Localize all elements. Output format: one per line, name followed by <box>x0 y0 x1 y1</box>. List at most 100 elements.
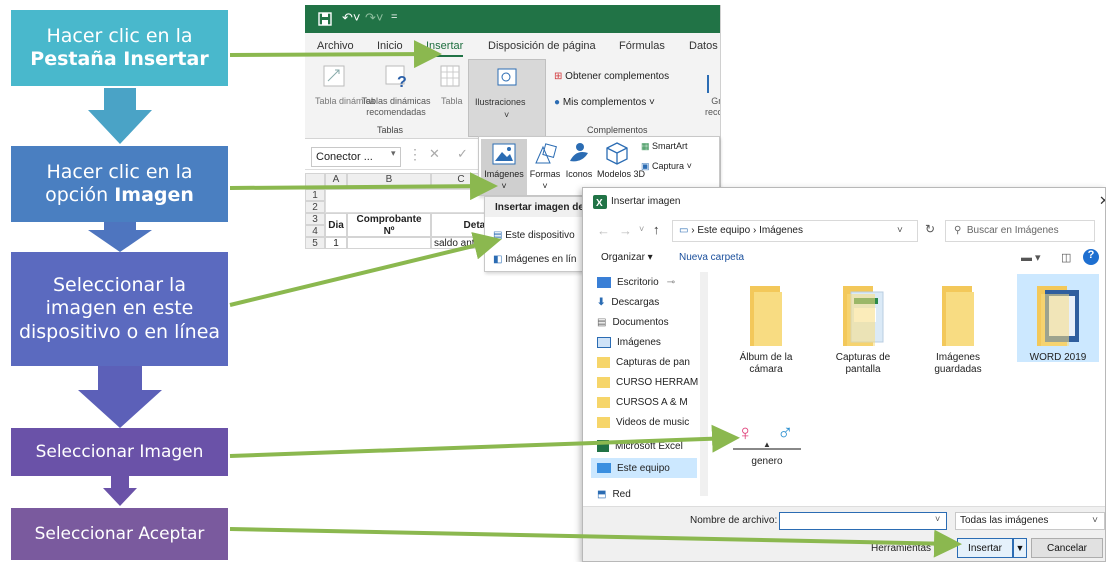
organize-label: Organizar <box>601 252 645 263</box>
file-item[interactable]: WORD 2019 <box>1017 274 1099 363</box>
get-addins-button[interactable]: ⊞ Obtener complementos <box>554 71 669 82</box>
back-icon[interactable]: ← <box>597 223 610 238</box>
row-header-3[interactable]: 3 <box>305 213 325 225</box>
illustrations-button[interactable]: Ilustraciones ˅ <box>468 59 546 137</box>
file-item[interactable]: ♀ ♂ ▲ genero <box>733 420 801 468</box>
addins-group-label: Complementos <box>587 125 648 135</box>
this-device-option[interactable]: ▤ Este dispositivo <box>485 226 585 248</box>
screenshot-button[interactable]: ▣ Captura ˅ <box>641 161 692 172</box>
redo-icon[interactable]: ↷˅ <box>365 10 383 26</box>
enter-icon[interactable]: ✓ <box>457 146 468 162</box>
header-dia[interactable]: Dia <box>325 213 347 237</box>
nav-red[interactable]: ⬒ Red <box>597 484 631 504</box>
illustrations-label: Ilustraciones <box>475 97 526 107</box>
filename-input[interactable] <box>779 512 947 530</box>
filename-dropdown-icon[interactable]: ˅ <box>935 514 940 524</box>
view-options-icon[interactable]: ▬ ▾ <box>1021 251 1041 264</box>
path-this-pc[interactable]: Este equipo <box>697 225 750 236</box>
nav-videos-label: Videos de music <box>616 416 690 428</box>
file-item[interactable]: Álbum de la cámara <box>731 284 801 376</box>
nav-imagenes[interactable]: Imágenes <box>597 332 661 352</box>
cancel-icon[interactable]: ✕ <box>429 146 440 162</box>
row-header-5[interactable]: 5 <box>305 237 325 249</box>
recent-locations-icon[interactable]: ˅ <box>639 224 644 234</box>
shapes-button[interactable]: Formas ˅ <box>529 139 561 195</box>
folder-thumbnail-icon <box>843 286 884 346</box>
nav-escritorio[interactable]: Escritorio ⊸ <box>597 272 675 292</box>
filetype-select[interactable]: Todas las imágenes ˅ <box>955 512 1105 530</box>
dialog-close-icon[interactable]: ✕ <box>1099 193 1105 209</box>
cell-b5[interactable] <box>347 237 431 249</box>
my-addins-button[interactable]: ● Mis complementos ˅ <box>554 97 655 108</box>
address-dropdown-icon[interactable]: ˅ <box>897 225 903 236</box>
row-header-4[interactable]: 4 <box>305 225 325 237</box>
online-images-option[interactable]: ◧ Imágenes en lín <box>485 250 585 272</box>
cell-c5[interactable]: saldo ante <box>431 237 491 249</box>
insert-options-dropdown-icon[interactable]: ▼ <box>1013 538 1027 558</box>
nav-este-equipo-label: Este equipo <box>617 462 670 474</box>
tab-disposicion[interactable]: Disposición de página <box>488 40 596 52</box>
cancel-button[interactable]: Cancelar <box>1031 538 1103 558</box>
nav-scrollbar[interactable] <box>700 272 708 496</box>
tab-datos[interactable]: Datos <box>689 40 718 52</box>
file-item[interactable]: Imágenes guardadas <box>923 284 993 376</box>
row-header-1[interactable]: 1 <box>305 189 325 201</box>
step-5-text: Seleccionar Aceptar <box>34 523 205 544</box>
name-box[interactable]: Conector ... <box>311 147 401 167</box>
tab-formulas[interactable]: Fórmulas <box>619 40 665 52</box>
search-input[interactable]: ⚲ Buscar en Imágenes <box>945 220 1095 242</box>
refresh-icon[interactable]: ↻ <box>925 222 935 236</box>
smartart-icon: ▦ <box>641 141 650 151</box>
smartart-button[interactable]: ▦ SmartArt <box>641 141 688 152</box>
icons-label: Iconos <box>565 169 593 179</box>
header-detalle[interactable]: Detal <box>431 213 491 237</box>
nav-descargas[interactable]: ⬇ Descargas <box>597 292 659 312</box>
nav-videos[interactable]: Videos de music <box>597 412 689 432</box>
nav-excel[interactable]: Microsoft Excel <box>597 436 683 456</box>
select-all-corner[interactable] <box>305 173 325 189</box>
step-select-image: Seleccionar Imagen <box>11 428 228 476</box>
online-images-icon: ◧ <box>493 254 503 265</box>
address-bar[interactable]: ▭ › Este equipo › Imágenes ˅ <box>672 220 918 242</box>
nav-documentos-label: Documentos <box>612 316 669 328</box>
save-icon[interactable] <box>318 12 332 26</box>
recommended-pivot-button[interactable]: Tablas dinámicas recomendadas <box>359 96 433 119</box>
forward-icon[interactable]: → <box>619 223 632 238</box>
tab-inicio[interactable]: Inicio <box>377 40 403 52</box>
path-images[interactable]: Imágenes <box>759 225 803 236</box>
nav-documentos[interactable]: ▤ Documentos <box>597 312 669 332</box>
tools-button[interactable]: Herramientas ▾ <box>871 543 939 554</box>
table-button[interactable]: Tabla <box>441 96 463 107</box>
insert-button[interactable]: Insertar <box>957 538 1013 558</box>
3d-cube-icon <box>606 142 628 165</box>
column-header-b[interactable]: B <box>347 173 431 189</box>
nav-cursos-am[interactable]: CURSOS A & M <box>597 392 688 412</box>
organize-button[interactable]: Organizar ▾ <box>601 252 653 263</box>
nav-capturas[interactable]: Capturas de pan <box>597 352 690 372</box>
help-icon[interactable]: ? <box>1083 249 1099 265</box>
undo-icon[interactable]: ↶˅ <box>342 10 360 26</box>
up-icon[interactable]: ↑ <box>653 222 660 237</box>
tab-archivo[interactable]: Archivo <box>317 40 354 52</box>
nav-curso-herram[interactable]: CURSO HERRAM <box>597 372 698 392</box>
cell-a5[interactable]: 1 <box>325 237 347 249</box>
new-folder-button[interactable]: Nueva carpeta <box>679 252 744 263</box>
row-header-2[interactable]: 2 <box>305 201 325 213</box>
images-button[interactable]: Imágenes ˅ <box>481 139 527 195</box>
search-icon: ⚲ <box>954 225 962 236</box>
cells-rows-1-2[interactable] <box>325 189 491 213</box>
file-item[interactable]: Capturas de pantalla <box>823 284 903 376</box>
header-comprobante[interactable]: Comprobante Nº <box>347 213 431 237</box>
tools-label: Herramientas <box>871 543 932 554</box>
charts-recommended-label[interactable]: Grrecon <box>705 96 720 119</box>
nav-este-equipo[interactable]: Este equipo <box>591 458 697 478</box>
search-placeholder: Buscar en Imágenes <box>966 225 1059 236</box>
smartart-label: SmartArt <box>652 141 688 151</box>
shapes-label: Formas <box>529 169 561 179</box>
name-box-dropdown-icon[interactable]: ▾ <box>391 148 396 159</box>
preview-pane-icon[interactable]: ◫ <box>1061 251 1071 264</box>
customize-qat-icon[interactable]: = <box>391 11 397 23</box>
ribbon-tabs: Archivo Inicio Insertar Disposición de p… <box>305 33 720 59</box>
column-header-a[interactable]: A <box>325 173 347 189</box>
tab-insertar[interactable]: Insertar <box>426 40 464 57</box>
